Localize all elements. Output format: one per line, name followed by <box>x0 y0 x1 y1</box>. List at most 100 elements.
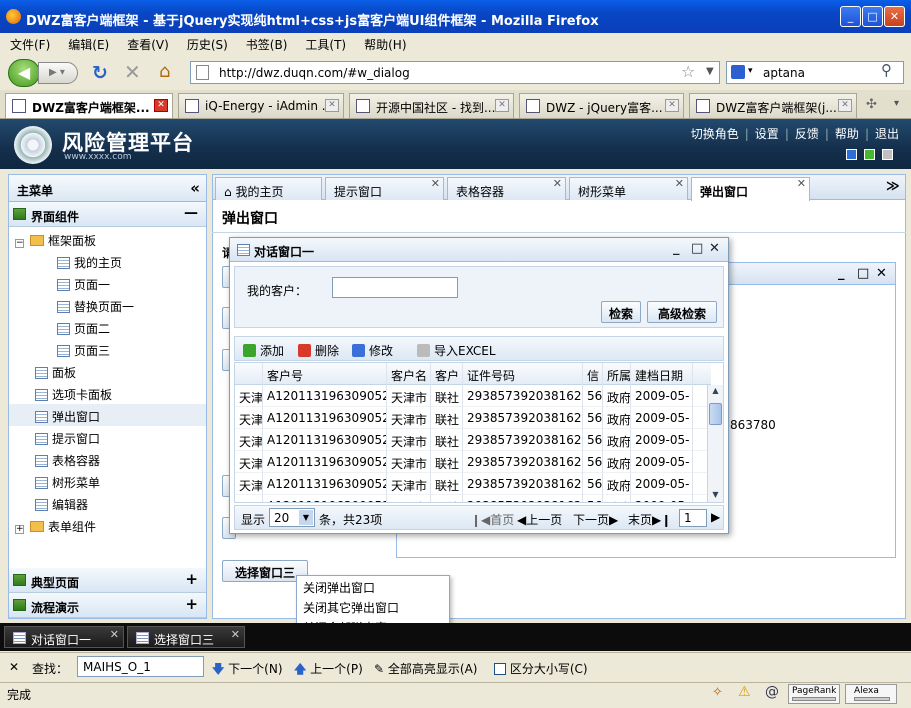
accordion-workflow-demo[interactable]: 流程演示 + <box>9 593 206 618</box>
table-row[interactable]: 天津A120113196309052天津市联社29385739203816256… <box>235 385 711 407</box>
next-page-button[interactable]: 下一页▶ <box>573 511 618 528</box>
go-page-icon[interactable]: ▶ <box>711 510 720 524</box>
column-header[interactable]: 客户号 <box>263 363 387 385</box>
page-size-select[interactable]: 20 ▼ <box>269 508 315 527</box>
advanced-search-button[interactable]: 高级检索 <box>647 301 717 323</box>
browser-tab-3[interactable]: 开源中国社区 - 找到... ✕ <box>349 93 514 118</box>
tab-close-icon[interactable]: ✕ <box>431 177 440 190</box>
search-engine-dropdown-icon[interactable]: ▾ <box>748 66 753 76</box>
dialog-header[interactable]: 对话窗口一 _ □ ✕ <box>230 238 728 262</box>
close-icon[interactable]: ✕ <box>709 241 720 256</box>
settings-link[interactable]: 设置 <box>755 127 779 141</box>
menu-close-other-popups[interactable]: 关闭其它弹出窗口 <box>297 596 449 616</box>
at-icon[interactable]: @ <box>765 684 779 700</box>
add-button[interactable]: 添加 <box>243 342 284 359</box>
theme-gray-swatch[interactable] <box>882 149 893 160</box>
tab-list-icon[interactable]: ≫ <box>886 179 900 194</box>
scroll-down-icon[interactable]: ▼ <box>709 490 722 502</box>
switch-role-link[interactable]: 切换角色 <box>691 127 739 141</box>
menu-tools[interactable]: 工具(T) <box>295 33 354 53</box>
find-next-button[interactable]: 🡇 下一个(N) <box>212 660 283 681</box>
select-dropdown-icon[interactable]: ▼ <box>299 510 313 525</box>
tree-item-home[interactable]: 我的主页 <box>57 250 122 272</box>
column-header[interactable] <box>235 363 263 385</box>
column-header[interactable]: 客户名 <box>387 363 431 385</box>
column-header[interactable]: 建档日期 <box>631 363 693 385</box>
table-row[interactable]: 天津A120113196309052天津市联社29385739203816256… <box>235 473 711 495</box>
search-go-icon[interactable]: ⚲ <box>881 61 892 79</box>
prev-page-button[interactable]: ◀上一页 <box>517 511 562 528</box>
expand-icon[interactable]: + <box>185 595 198 613</box>
first-page-button[interactable]: ❙◀首页 <box>471 511 514 528</box>
tree-folder-form[interactable]: + 表单组件 <box>15 514 96 536</box>
tab-home[interactable]: ⌂ 我的主页 <box>215 177 322 200</box>
tab-close-icon[interactable]: ✕ <box>325 99 339 112</box>
tab-alert[interactable]: 提示窗口 ✕ <box>325 177 444 200</box>
accordion-ui-components[interactable]: 界面组件 — <box>9 202 206 227</box>
expand-icon[interactable]: + <box>185 570 198 588</box>
findbar-close-icon[interactable]: ✕ <box>9 660 19 674</box>
bookmark-star-icon[interactable]: ☆ <box>681 62 695 81</box>
tree-collapse-icon[interactable]: − <box>15 239 24 248</box>
tree-item-tree-menu[interactable]: 树形菜单 <box>35 470 100 492</box>
menu-bookmarks[interactable]: 书签(B) <box>236 33 296 53</box>
tab-close-icon[interactable]: ✕ <box>665 99 679 112</box>
table-row[interactable]: 天津A120113196309052天津市联社29385739203816256… <box>235 407 711 429</box>
alexa-widget[interactable]: Alexa <box>845 684 897 704</box>
column-header[interactable]: 客户 <box>431 363 463 385</box>
task-close-icon[interactable]: ✕ <box>231 628 240 641</box>
grid-scrollbar[interactable]: ▲ ▼ <box>707 385 723 502</box>
url-dropdown-icon[interactable]: ▼ <box>706 66 714 77</box>
browser-tab-4[interactable]: DWZ - jQuery富客... ✕ <box>519 93 684 118</box>
tree-folder-frame-panel[interactable]: − 框架面板 <box>15 228 96 250</box>
menu-edit[interactable]: 编辑(E) <box>58 33 117 53</box>
menu-file[interactable]: 文件(F) <box>0 33 58 53</box>
scroll-up-icon[interactable]: ▲ <box>709 386 722 399</box>
tree-item-replace-page1[interactable]: 替换页面一 <box>57 294 134 316</box>
table-row[interactable]: 天津A120113196309052天津市联社29385739203816256… <box>235 429 711 451</box>
close-icon[interactable]: ✕ <box>876 266 887 281</box>
logout-link[interactable]: 退出 <box>875 127 899 141</box>
warning-icon[interactable]: ⚠ <box>738 684 751 700</box>
accordion-typical-pages[interactable]: 典型页面 + <box>9 568 206 593</box>
page-number-input[interactable]: 1 <box>679 509 707 527</box>
menu-help[interactable]: 帮助(H) <box>354 33 414 53</box>
browser-tab-1[interactable]: DWZ富客户端框架... ✕ <box>5 93 173 118</box>
tree-item-editor[interactable]: 编辑器 <box>35 492 88 514</box>
maximize-icon[interactable]: □ <box>857 266 869 281</box>
task-close-icon[interactable]: ✕ <box>110 628 119 641</box>
reload-icon[interactable]: ↻ <box>92 62 108 84</box>
tab-list-icon[interactable]: ▾ <box>894 98 899 109</box>
menu-close-popup[interactable]: 关闭弹出窗口 <box>297 576 449 596</box>
tree-item-table-container[interactable]: 表格容器 <box>35 448 100 470</box>
back-button[interactable]: ◀ <box>8 59 40 87</box>
home-icon[interactable]: ⌂ <box>159 61 170 82</box>
import-excel-button[interactable]: 导入EXCEL <box>417 342 496 359</box>
highlight-all-button[interactable]: ✎ 全部高亮显示(A) <box>374 660 477 677</box>
tab-close-icon[interactable]: ✕ <box>675 177 684 190</box>
tab-close-icon[interactable]: ✕ <box>797 177 806 190</box>
minimize-icon[interactable]: _ <box>840 6 861 27</box>
match-case-checkbox[interactable]: 区分大小写(C) <box>494 660 588 677</box>
new-tab-icon[interactable]: ✣ <box>866 97 877 112</box>
tab-table-container[interactable]: 表格容器 ✕ <box>447 177 566 200</box>
maximize-icon[interactable]: □ <box>862 6 883 27</box>
column-header[interactable]: 证件号码 <box>463 363 583 385</box>
task-select-window-3[interactable]: 选择窗口三 ✕ <box>127 626 245 648</box>
feedback-link[interactable]: 反馈 <box>795 127 819 141</box>
table-row[interactable]: 天津A120113196309052天津市联社29385739203816256… <box>235 495 711 502</box>
tab-close-icon[interactable]: ✕ <box>495 99 509 112</box>
tab-close-icon[interactable]: ✕ <box>154 99 168 112</box>
table-row[interactable]: 天津A120113196309052天津市联社29385739203816256… <box>235 451 711 473</box>
theme-blue-swatch[interactable] <box>846 149 857 160</box>
tab-popup-window[interactable]: 弹出窗口 ✕ <box>691 177 810 201</box>
tab-close-icon[interactable]: ✕ <box>838 99 852 112</box>
task-dialog-1[interactable]: 对话窗口一 ✕ <box>4 626 124 648</box>
column-header[interactable]: 信 <box>583 363 603 385</box>
tree-item-page3[interactable]: 页面三 <box>57 338 110 360</box>
scroll-thumb[interactable] <box>709 403 722 425</box>
theme-green-swatch[interactable] <box>864 149 875 160</box>
help-link[interactable]: 帮助 <box>835 127 859 141</box>
search-button[interactable]: 检索 <box>601 301 641 323</box>
delete-button[interactable]: 删除 <box>298 342 339 359</box>
